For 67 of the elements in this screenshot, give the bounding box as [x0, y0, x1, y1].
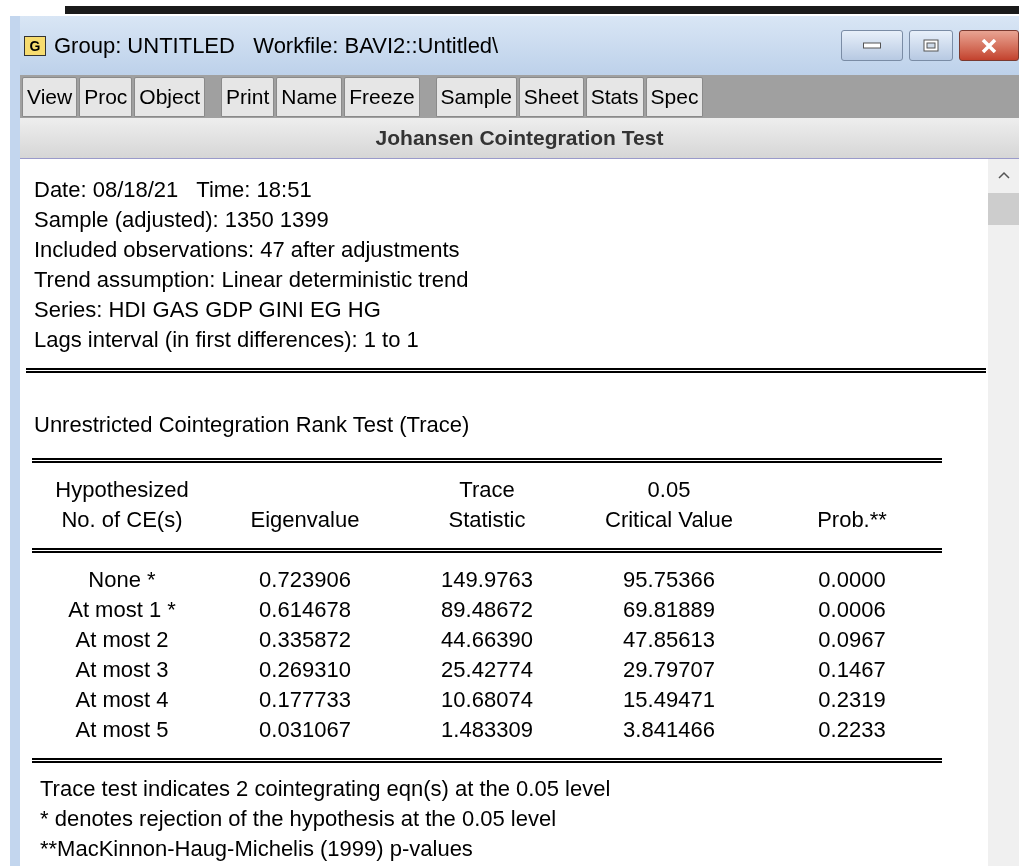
- table-cell-text: 0.2233: [817, 716, 887, 744]
- info-line: Series: HDI GAS GDP GINI EG HG: [34, 296, 382, 324]
- toolbar-button[interactable]: Sheet: [518, 77, 584, 117]
- table-cell-text: 29.79707: [622, 656, 716, 684]
- table-cell-text: 0.0000: [817, 566, 887, 594]
- table-cell-text: 25.42774: [440, 656, 534, 684]
- footnote: **MacKinnon-Haug-Michelis (1999) p-values: [40, 835, 474, 863]
- table-cell-text: 95.75366: [622, 566, 716, 594]
- table-cell-text: At most 2: [74, 626, 170, 654]
- table-cell-text: At most 4: [74, 686, 170, 714]
- restore-button[interactable]: [909, 30, 953, 61]
- table-cell-text: 0.031067: [258, 716, 352, 744]
- footnote: Trace test indicates 2 cointegrating eqn(s) at the 0.05 level: [40, 775, 612, 803]
- scrollbar[interactable]: [988, 159, 1019, 866]
- toolbar-button[interactable]: Stats: [585, 77, 644, 117]
- info-line: Sample (adjusted): 1350 1399: [34, 206, 330, 234]
- table-cell-text: 1.483309: [440, 716, 534, 744]
- table-cell-text: 0.0967: [817, 626, 887, 654]
- group-icon: G: [24, 35, 46, 56]
- table-cell-text: 47.85613: [622, 626, 716, 654]
- table-cell-text: 10.68074: [440, 686, 534, 714]
- table-cell-text: 69.81889: [622, 596, 716, 624]
- column-header: Eigenvalue: [250, 506, 360, 534]
- toolbar-button[interactable]: Object: [134, 77, 206, 117]
- table-cell-text: At most 3: [74, 656, 170, 684]
- toolbar-button[interactable]: Sample: [435, 77, 517, 117]
- scrollbar-thumb[interactable]: [988, 193, 1019, 225]
- column-header: Hypothesized No. of CE(s): [55, 476, 189, 534]
- section-title: Unrestricted Cointegration Rank Test (Trace): [33, 411, 471, 439]
- toolbar-button[interactable]: Name: [276, 77, 343, 117]
- restore-icon: [923, 39, 939, 52]
- table-cell-text: 15.49471: [622, 686, 716, 714]
- table-cell-text: 89.48672: [440, 596, 534, 624]
- toolbar-button[interactable]: Print: [221, 77, 275, 117]
- footnote: * denotes rejection of the hypothesis at the 0.05 level: [40, 805, 558, 833]
- column-header: 0.05 Critical Value: [605, 476, 733, 534]
- info-line: Trend assumption: Linear deterministic trend: [34, 266, 470, 294]
- window-title: Group: UNTITLED Workfile: BAVI2::Untitled\: [54, 32, 499, 60]
- table-cell-text: 44.66390: [440, 626, 534, 654]
- table-cell-text: 3.841466: [622, 716, 716, 744]
- table-cell-text: 0.2319: [817, 686, 887, 714]
- table-cell-text: 0.614678: [258, 596, 352, 624]
- info-line: Date: 08/18/21 Time: 18:51: [34, 176, 313, 204]
- table-cell-text: At most 5: [74, 716, 170, 744]
- toolbar-button[interactable]: Proc: [79, 77, 133, 117]
- table-cell-text: 0.723906: [258, 566, 352, 594]
- table-cell-text: 0.269310: [258, 656, 352, 684]
- info-line: Included observations: 47 after adjustments: [34, 236, 461, 264]
- column-header: Prob.**: [817, 506, 887, 534]
- scroll-up-icon: [997, 171, 1010, 179]
- toolbar-button[interactable]: Spec: [645, 77, 704, 117]
- table-cell-text: 149.9763: [440, 566, 534, 594]
- column-header: Trace Statistic: [448, 476, 526, 534]
- close-icon: [981, 38, 997, 53]
- table-cell-text: 0.177733: [258, 686, 352, 714]
- minimize-icon: [863, 42, 881, 49]
- table-cell-text: 0.0006: [817, 596, 887, 624]
- table-cell-text: At most 1 *: [67, 596, 177, 624]
- table-cell-text: 0.335872: [258, 626, 352, 654]
- table-cell-text: 0.1467: [817, 656, 887, 684]
- minimize-button[interactable]: [841, 30, 903, 61]
- toolbar-button[interactable]: Freeze: [344, 77, 420, 117]
- view-title: Johansen Cointegration Test: [375, 125, 664, 152]
- table-cell-text: None *: [87, 566, 157, 594]
- close-button[interactable]: [959, 30, 1019, 61]
- toolbar-button[interactable]: View: [22, 77, 78, 117]
- info-line: Lags interval (in first differences): 1 to 1: [34, 326, 420, 354]
